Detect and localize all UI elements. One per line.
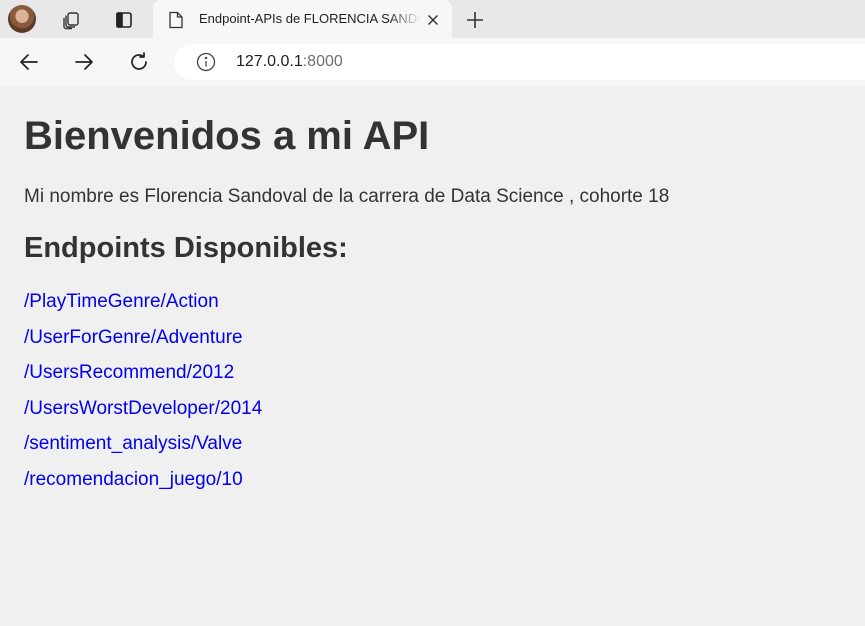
list-item: /sentiment_analysis/Valve xyxy=(24,433,262,469)
url-text[interactable]: 127.0.0.1:8000 xyxy=(236,53,343,71)
list-item: /UsersRecommend/2012 xyxy=(24,362,262,398)
profile-avatar[interactable] xyxy=(8,5,36,33)
info-icon[interactable] xyxy=(196,52,216,72)
list-item: /UserForGenre/Adventure xyxy=(24,327,262,363)
document-icon xyxy=(169,11,183,29)
endpoint-link-usersworstdeveloper[interactable]: /UsersWorstDeveloper/2014 xyxy=(24,398,262,419)
list-item: /recomendacion_juego/10 xyxy=(24,469,262,505)
url-port: :8000 xyxy=(302,53,343,70)
endpoint-link-userforgenre[interactable]: /UserForGenre/Adventure xyxy=(24,327,243,348)
tab-active[interactable]: Endpoint-APIs de FLORENCIA SANDOVAL xyxy=(153,0,452,39)
page-title: Bienvenidos a mi API xyxy=(24,114,430,158)
list-item: /PlayTimeGenre/Action xyxy=(24,291,262,327)
page-content: Bienvenidos a mi API Mi nombre es Floren… xyxy=(0,86,865,626)
endpoints-heading: Endpoints Disponibles: xyxy=(24,232,348,264)
workspaces-icon[interactable] xyxy=(58,7,84,33)
endpoint-link-sentiment-analysis[interactable]: /sentiment_analysis/Valve xyxy=(24,433,242,454)
vertical-tabs-icon[interactable] xyxy=(111,7,137,33)
plus-icon[interactable] xyxy=(462,7,488,33)
endpoint-link-playtimegenre[interactable]: /PlayTimeGenre/Action xyxy=(24,291,219,312)
intro-text: Mi nombre es Florencia Sandoval de la ca… xyxy=(24,186,670,207)
endpoint-list: /PlayTimeGenre/Action /UserForGenre/Adve… xyxy=(24,291,262,505)
back-arrow-icon[interactable] xyxy=(16,49,42,75)
refresh-icon[interactable] xyxy=(126,49,152,75)
tab-title: Endpoint-APIs de FLORENCIA SANDOVAL xyxy=(199,11,421,26)
endpoint-link-recomendacion-juego[interactable]: /recomendacion_juego/10 xyxy=(24,469,243,490)
tab-strip: Endpoint-APIs de FLORENCIA SANDOVAL xyxy=(0,0,865,39)
endpoint-link-usersrecommend[interactable]: /UsersRecommend/2012 xyxy=(24,362,234,383)
url-host: 127.0.0.1 xyxy=(236,53,303,70)
close-icon[interactable] xyxy=(423,10,443,30)
toolbar: 127.0.0.1:8000 xyxy=(0,38,865,86)
list-item: /UsersWorstDeveloper/2014 xyxy=(24,398,262,434)
forward-arrow-icon[interactable] xyxy=(71,49,97,75)
address-bar[interactable]: 127.0.0.1:8000 xyxy=(174,44,865,80)
